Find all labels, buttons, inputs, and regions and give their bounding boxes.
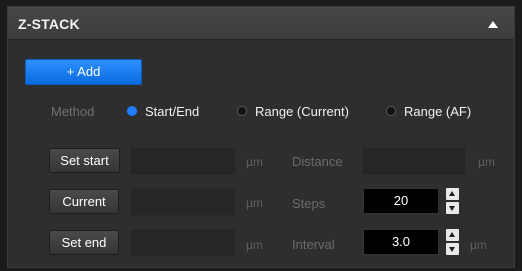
add-button[interactable]: + Add: [25, 59, 142, 85]
radio-label-range-current: Range (Current): [255, 103, 349, 119]
steps-decrement-icon[interactable]: [446, 202, 459, 214]
steps-input[interactable]: 20: [363, 188, 439, 214]
set-end-button[interactable]: Set end: [49, 230, 119, 255]
radio-dot-icon: [237, 106, 247, 116]
radio-label-start-end: Start/End: [145, 103, 200, 119]
steps-increment-icon[interactable]: [446, 188, 459, 200]
current-unit-label: µm: [246, 196, 263, 210]
distance-field: [362, 147, 466, 175]
steps-label: Steps: [292, 196, 326, 211]
end-unit-label: µm: [246, 238, 263, 252]
panel-header[interactable]: Z-STACK: [8, 7, 514, 40]
z-stack-panel: Z-STACK + Add Method Start/End Range (Cu…: [7, 6, 515, 268]
current-button[interactable]: Current: [49, 189, 119, 214]
radio-range-af[interactable]: Range (AF): [386, 102, 471, 120]
interval-increment-icon[interactable]: [446, 229, 459, 241]
interval-decrement-icon[interactable]: [446, 243, 459, 255]
steps-spinner[interactable]: [446, 188, 459, 214]
interval-unit-label: µm: [470, 238, 487, 252]
distance-unit-label: µm: [478, 155, 495, 169]
radio-start-end[interactable]: Start/End: [127, 102, 199, 120]
interval-input[interactable]: 3.0: [363, 229, 439, 255]
interval-spinner[interactable]: [446, 229, 459, 255]
set-start-button[interactable]: Set start: [49, 148, 120, 173]
start-unit-label: µm: [246, 155, 263, 169]
method-label: Method: [51, 104, 95, 119]
end-position-field[interactable]: [130, 229, 236, 257]
current-position-field[interactable]: [130, 188, 236, 216]
collapse-triangle-icon[interactable]: [488, 21, 498, 28]
start-position-field[interactable]: [130, 147, 236, 175]
radio-label-range-af: Range (AF): [404, 103, 472, 119]
panel-title: Z-STACK: [18, 16, 80, 32]
radio-dot-icon: [127, 106, 137, 116]
interval-label: Interval: [292, 237, 335, 252]
radio-dot-icon: [386, 106, 396, 116]
radio-range-current[interactable]: Range (Current): [237, 102, 349, 120]
distance-label: Distance: [292, 154, 343, 169]
